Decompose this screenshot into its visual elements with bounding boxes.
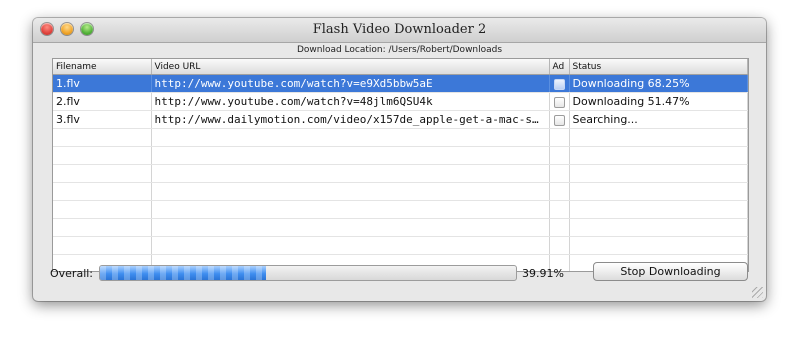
video-url-cell (151, 200, 550, 219)
status-cell (569, 218, 748, 237)
resize-grip-icon[interactable] (752, 287, 763, 298)
ad-cell (549, 236, 570, 255)
table-row[interactable] (53, 218, 748, 237)
ad-cell (549, 128, 570, 147)
table-row[interactable] (53, 236, 748, 255)
filename-cell (53, 200, 152, 219)
video-url-cell (151, 146, 550, 165)
ad-cell (549, 164, 570, 183)
status-cell (569, 164, 748, 183)
stop-downloading-button[interactable]: Stop Downloading (593, 262, 748, 281)
table-row[interactable] (53, 200, 748, 219)
status-cell: Searching... (569, 110, 748, 129)
video-url-cell: http://www.youtube.com/watch?v=48jlm6QSU… (151, 92, 550, 111)
filename-cell (53, 164, 152, 183)
ad-checkbox[interactable] (553, 96, 565, 108)
table-header-row: Filename Video URL Ad Status (53, 59, 748, 75)
video-url-cell (151, 128, 550, 147)
status-cell (569, 146, 748, 165)
status-cell (569, 182, 748, 201)
table-row[interactable]: 1.flv http://www.youtube.com/watch?v=e9Xd… (53, 74, 748, 93)
filename-cell (53, 128, 152, 147)
video-url-cell: http://www.youtube.com/watch?v=e9Xd5bbw5… (151, 74, 550, 93)
filename-cell (53, 218, 152, 237)
overall-progress-bar (99, 265, 517, 281)
video-url-cell (151, 164, 550, 183)
ad-cell (549, 74, 570, 93)
status-cell: Downloading 51.47% (569, 92, 748, 111)
table-row[interactable]: 3.flv http://www.dailymotion.com/video/x1… (53, 110, 748, 129)
status-cell (569, 200, 748, 219)
table-row[interactable] (53, 146, 748, 165)
filename-cell (53, 146, 152, 165)
ad-cell (549, 200, 570, 219)
column-header-ad[interactable]: Ad (549, 59, 570, 75)
ad-cell (549, 110, 570, 129)
ad-checkbox[interactable] (553, 114, 565, 126)
status-cell: Downloading 68.25% (569, 74, 748, 93)
column-header-filename[interactable]: Filename (53, 59, 152, 75)
filename-cell: 1.flv (53, 74, 152, 93)
ad-checkbox[interactable] (553, 78, 565, 90)
filename-cell: 3.flv (53, 110, 152, 129)
title-bar[interactable]: Flash Video Downloader 2 (33, 18, 766, 43)
video-url-cell (151, 236, 550, 255)
table-row[interactable] (53, 182, 748, 201)
downloads-table[interactable]: Filename Video URL Ad Status 1.flv http:/… (52, 58, 749, 272)
status-cell (569, 128, 748, 147)
ad-cell (549, 218, 570, 237)
table-row[interactable] (53, 164, 748, 183)
window-title: Flash Video Downloader 2 (312, 22, 487, 37)
filename-cell (53, 236, 152, 255)
filename-cell (53, 182, 152, 201)
column-header-video-url[interactable]: Video URL (151, 59, 550, 75)
column-header-status[interactable]: Status (569, 59, 748, 75)
ad-cell (549, 92, 570, 111)
video-url-cell (151, 218, 550, 237)
app-window: Flash Video Downloader 2 Download Locati… (33, 18, 766, 301)
ad-cell (549, 146, 570, 165)
download-location-label: Download Location: /Users/Robert/Downloa… (296, 45, 503, 55)
ad-cell (549, 182, 570, 201)
video-url-cell (151, 182, 550, 201)
video-url-cell: http://www.dailymotion.com/video/x157de_… (151, 110, 550, 129)
table-row[interactable] (53, 128, 748, 147)
table-row[interactable]: 2.flv http://www.youtube.com/watch?v=48jl… (53, 92, 748, 111)
overall-percent: 39.91% (522, 267, 564, 280)
overall-label: Overall: (50, 267, 94, 280)
overall-progress-fill (100, 266, 267, 280)
status-cell (569, 236, 748, 255)
filename-cell: 2.flv (53, 92, 152, 111)
